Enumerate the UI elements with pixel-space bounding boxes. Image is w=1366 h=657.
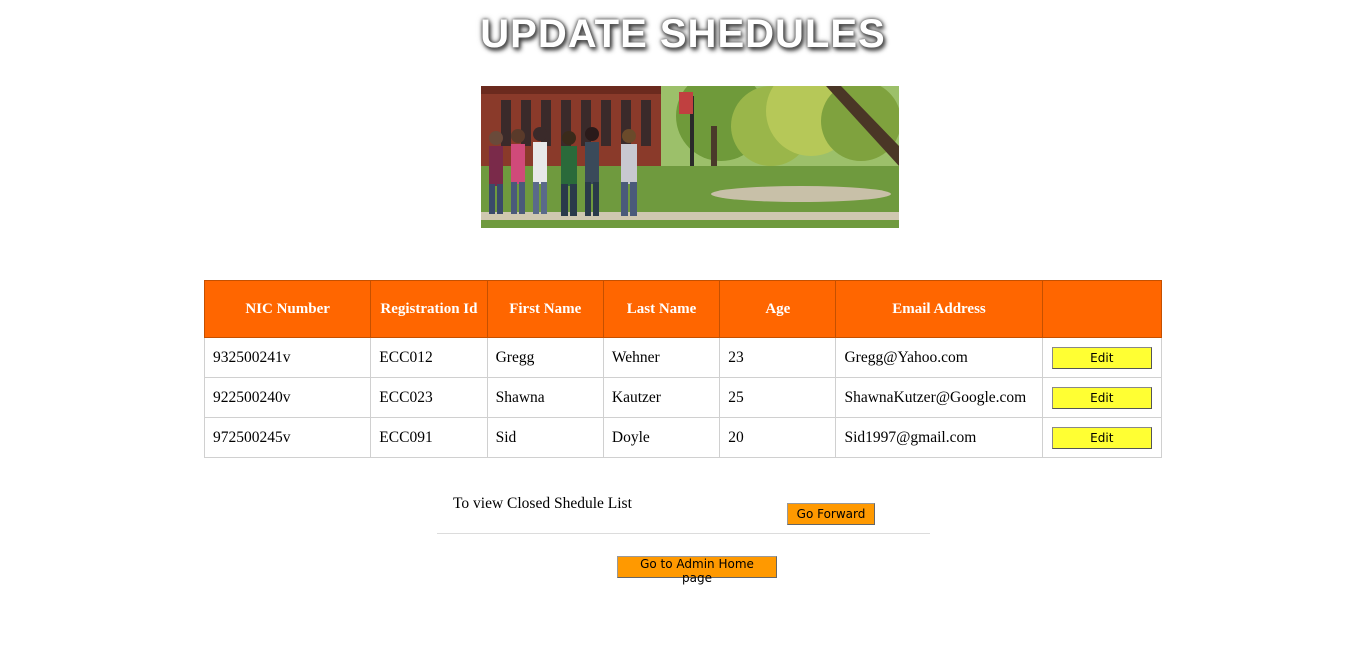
cell-action: Edit <box>1041 337 1163 378</box>
cell-last-name: Wehner <box>602 337 721 378</box>
header-action <box>1041 280 1163 338</box>
cell-nic: 922500240v <box>203 377 372 418</box>
cell-reg-id: ECC023 <box>370 377 488 418</box>
cell-action: Edit <box>1041 377 1163 418</box>
cell-reg-id: ECC012 <box>370 337 488 378</box>
page: UPDATE SHEDULES NIC Number Registration … <box>0 0 1366 657</box>
header-email-address: Email Address <box>835 280 1043 338</box>
cell-age: 20 <box>719 417 837 458</box>
cell-first-name: Gregg <box>486 337 604 378</box>
cell-last-name: Doyle <box>602 417 721 458</box>
campus-banner-image <box>481 86 899 228</box>
cell-email: Sid1997@gmail.com <box>835 417 1043 458</box>
admin-home-button[interactable]: Go to Admin Home page <box>617 556 777 585</box>
edit-button[interactable]: Edit <box>1051 346 1152 369</box>
cell-email: Gregg@Yahoo.com <box>835 337 1043 378</box>
cell-first-name: Sid <box>486 417 604 458</box>
cell-age: 23 <box>719 337 837 378</box>
page-title: UPDATE SHEDULES <box>480 12 886 56</box>
schedule-table: NIC Number Registration Id First Name La… <box>203 280 1163 458</box>
cell-age: 25 <box>719 377 837 418</box>
edit-button[interactable]: Edit <box>1051 426 1152 449</box>
table-row: 932500241v ECC012 Gregg Wehner 23 Gregg@… <box>203 337 1163 378</box>
cell-nic: 932500241v <box>203 337 372 378</box>
closed-schedule-label: To view Closed Shedule List <box>453 495 632 512</box>
cell-nic: 972500245v <box>203 417 372 458</box>
cell-action: Edit <box>1041 417 1163 458</box>
table-row: 922500240v ECC023 Shawna Kautzer 25 Shaw… <box>203 377 1163 418</box>
closed-schedule-section: To view Closed Shedule List Go Forward <box>437 490 930 534</box>
edit-button[interactable]: Edit <box>1051 386 1152 409</box>
header-nic-number: NIC Number <box>203 280 372 338</box>
header-last-name: Last Name <box>602 280 721 338</box>
table-header-row: NIC Number Registration Id First Name La… <box>203 280 1163 338</box>
cell-email: ShawnaKutzer@Google.com <box>835 377 1043 418</box>
cell-first-name: Shawna <box>486 377 604 418</box>
cell-reg-id: ECC091 <box>370 417 488 458</box>
go-forward-button[interactable]: Go Forward <box>787 503 875 525</box>
table-row: 972500245v ECC091 Sid Doyle 20 Sid1997@g… <box>203 417 1163 458</box>
header-first-name: First Name <box>486 280 604 338</box>
cell-last-name: Kautzer <box>602 377 721 418</box>
header-registration-id: Registration Id <box>370 280 488 338</box>
header-age: Age <box>719 280 837 338</box>
